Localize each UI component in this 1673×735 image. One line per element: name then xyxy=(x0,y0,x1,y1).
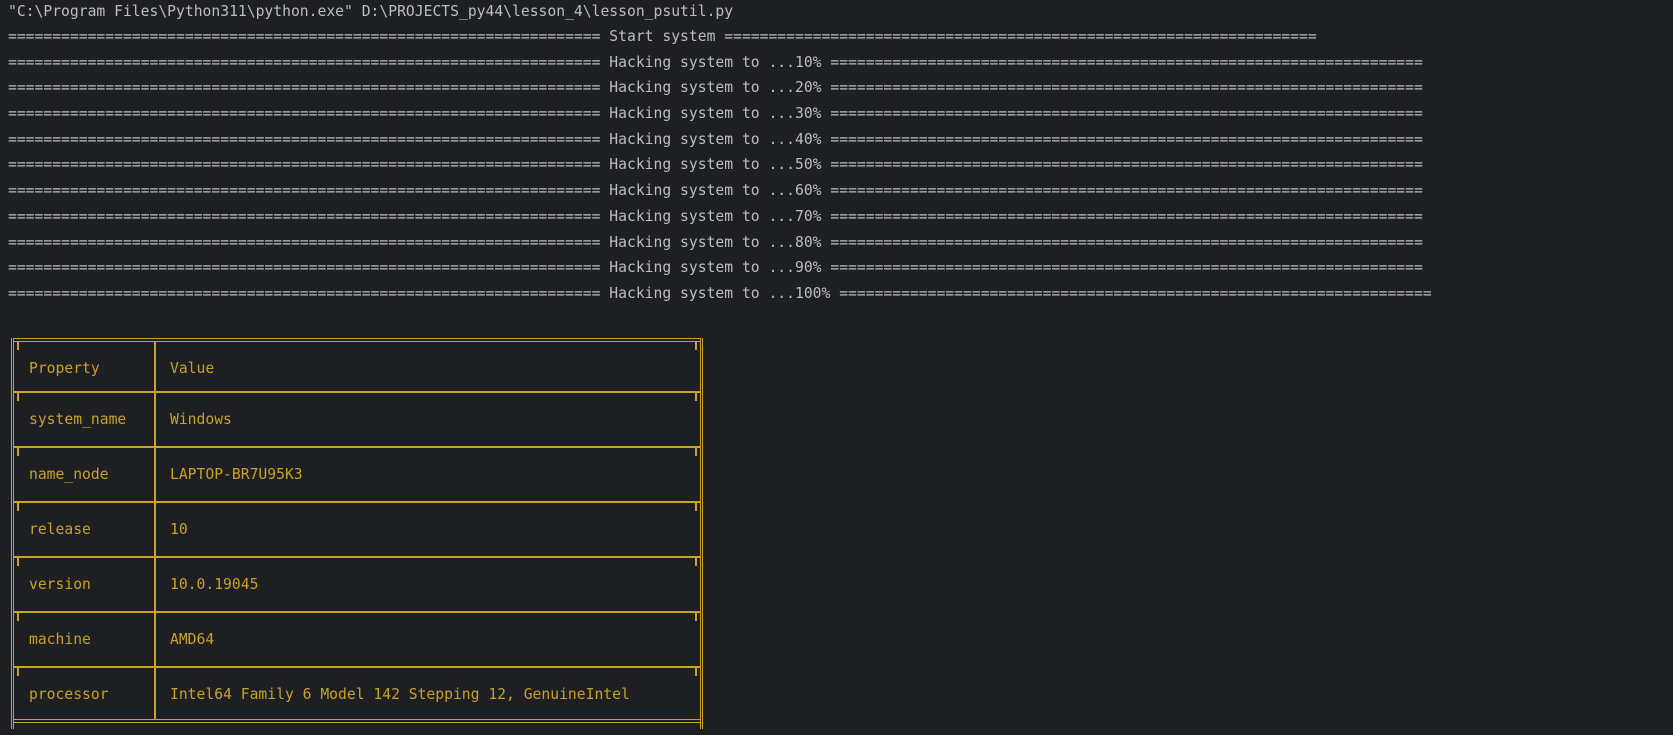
column-separator xyxy=(154,393,156,446)
value-cell: Windows xyxy=(170,411,232,428)
table-row: system_name Windows xyxy=(14,393,700,448)
column-separator xyxy=(154,448,156,501)
column-separator xyxy=(154,613,156,666)
value-cell: 10 xyxy=(170,521,188,538)
console-output: "C:\Program Files\Python311\python.exe" … xyxy=(8,0,1668,307)
column-separator xyxy=(154,668,156,719)
property-cell: name_node xyxy=(29,466,109,483)
property-cell: version xyxy=(29,576,91,593)
column-separator xyxy=(154,503,156,556)
value-cell: Intel64 Family 6 Model 142 Stepping 12, … xyxy=(170,686,630,703)
value-cell: 10.0.19045 xyxy=(170,576,259,593)
value-cell: AMD64 xyxy=(170,631,215,648)
log-line-80: ========================================… xyxy=(8,233,1423,251)
log-line-20: ========================================… xyxy=(8,79,1423,97)
table-row: release 10 xyxy=(14,503,700,558)
log-line-30: ========================================… xyxy=(8,105,1423,123)
log-line-90: ========================================… xyxy=(8,259,1423,277)
value-cell: LAPTOP-BR7U95K3 xyxy=(170,466,303,483)
log-line-40: ========================================… xyxy=(8,130,1423,148)
column-separator xyxy=(154,558,156,611)
system-info-table: Property Value system_name Windows name_… xyxy=(11,338,703,729)
property-cell: release xyxy=(29,521,91,538)
table-row: machine AMD64 xyxy=(14,613,700,668)
property-cell: processor xyxy=(29,686,109,703)
log-line-start: ========================================… xyxy=(8,28,1317,45)
table-header-row: Property Value xyxy=(14,338,700,393)
table-row: name_node LAPTOP-BR7U95K3 xyxy=(14,448,700,503)
header-value: Value xyxy=(170,360,215,377)
log-line-10: ========================================… xyxy=(8,53,1423,71)
log-line-70: ========================================… xyxy=(8,207,1423,225)
column-separator xyxy=(154,342,156,391)
property-cell: system_name xyxy=(29,411,127,428)
log-line-100: ========================================… xyxy=(8,284,1432,302)
property-cell: machine xyxy=(29,631,91,648)
header-property: Property xyxy=(29,360,100,377)
table-row: version 10.0.19045 xyxy=(14,558,700,613)
log-line-60: ========================================… xyxy=(8,182,1423,200)
command-line: "C:\Program Files\Python311\python.exe" … xyxy=(8,3,734,20)
table-row: processor Intel64 Family 6 Model 142 Ste… xyxy=(14,668,700,723)
log-line-50: ========================================… xyxy=(8,156,1423,174)
